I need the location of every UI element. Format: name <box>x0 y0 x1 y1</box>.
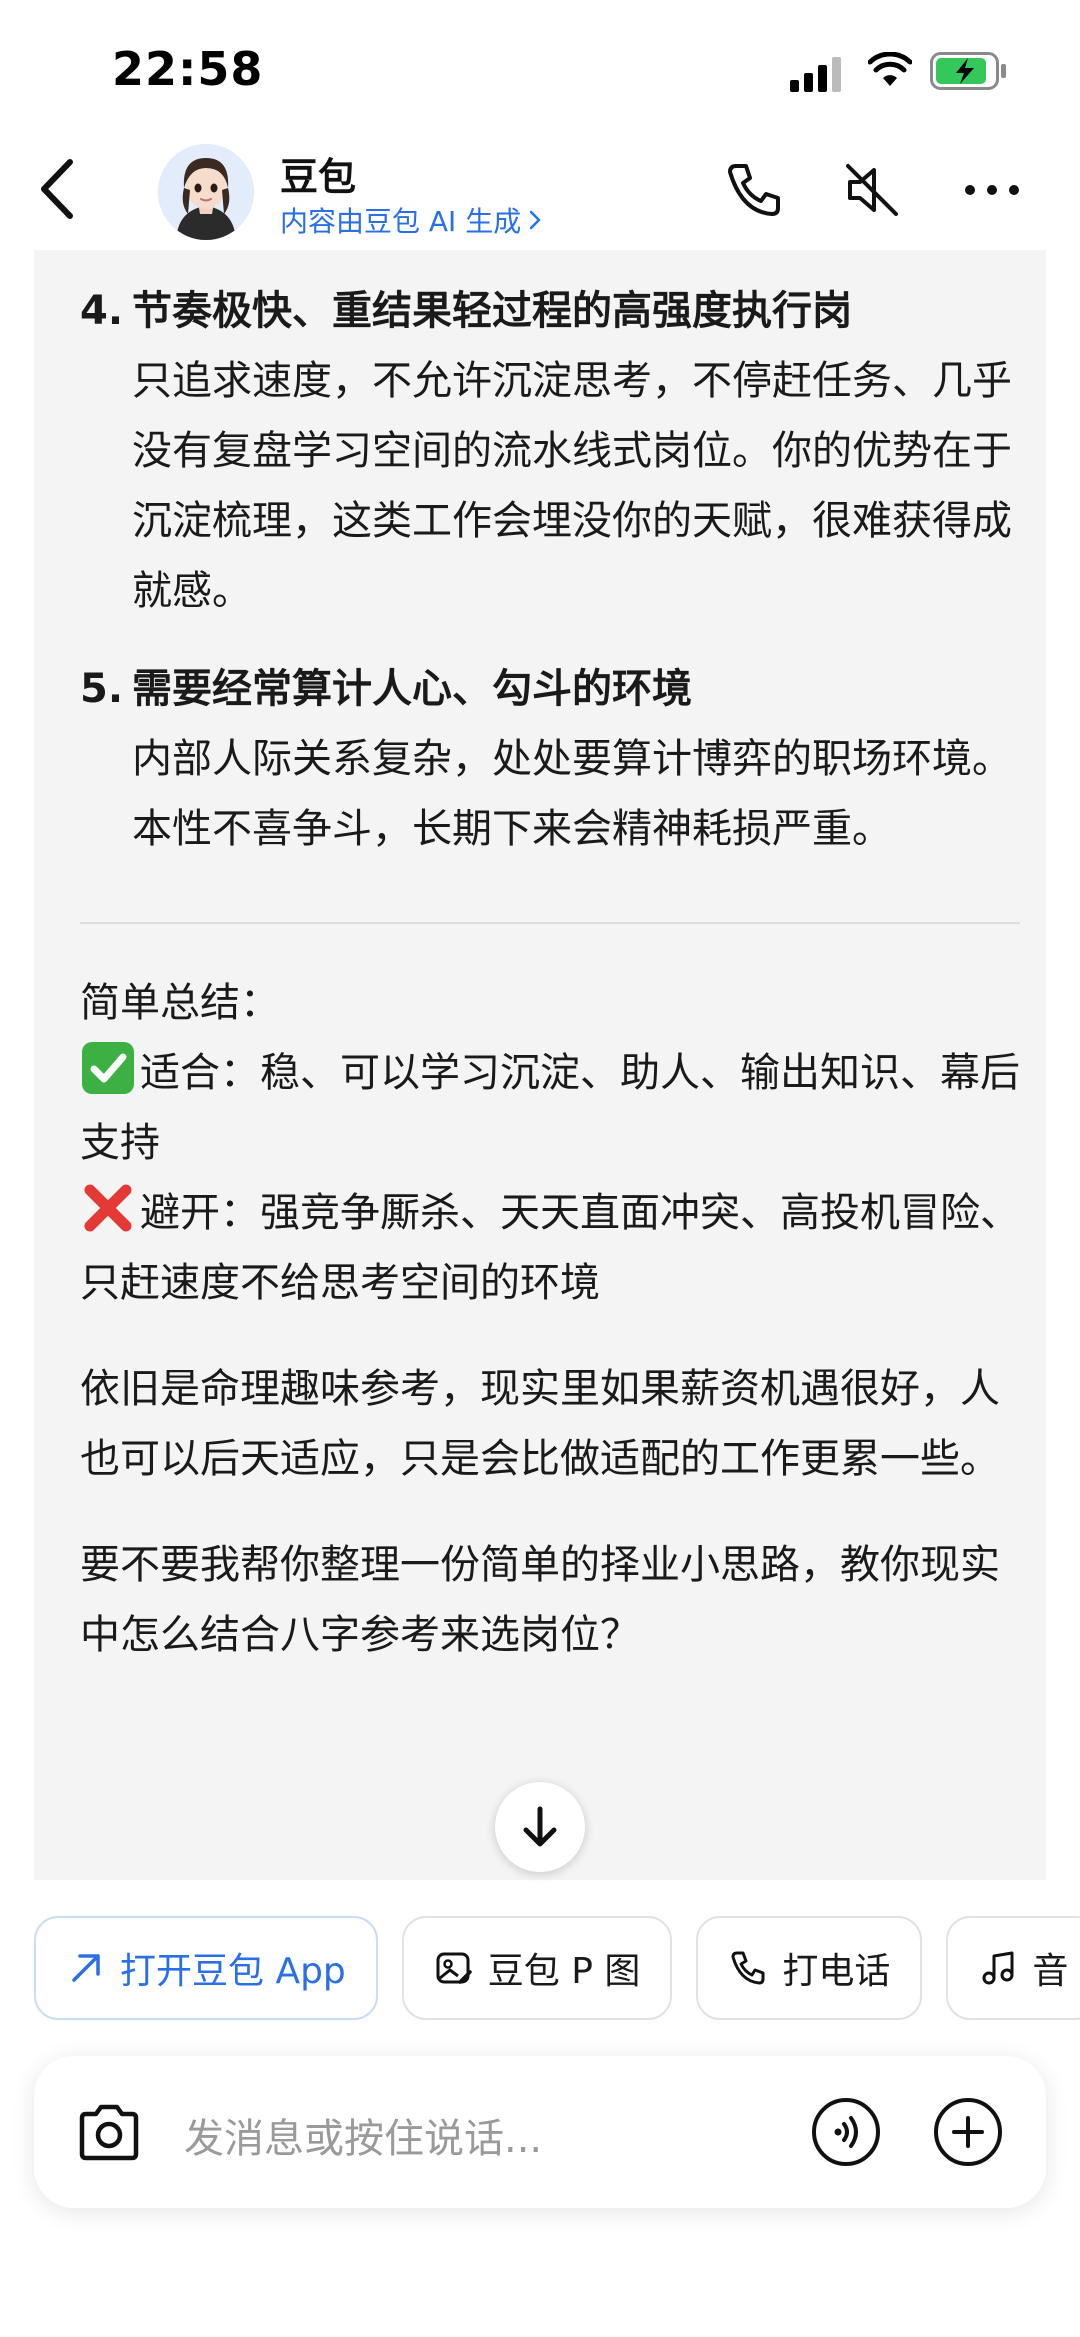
back-arrow-icon[interactable] <box>34 154 82 224</box>
summary-suitable: 适合：稳、可以学习沉淀、助人、输出知识、幕后支持 <box>80 1038 1020 1178</box>
list-heading: 节奏极快、重结果轻过程的高强度执行岗 <box>132 288 852 334</box>
list-body: 只追求速度，不允许沉淀思考，不停赶任务、几乎没有复盘学习空间的流水线式岗位。你的… <box>132 358 1012 614</box>
arrow-down-icon <box>523 1806 557 1847</box>
status-bar: 22:58 <box>0 0 1080 130</box>
paragraph: 要不要我帮你整理一份简单的择业小思路，教你现实中怎么结合八字参考来选岗位？ <box>80 1542 1000 1658</box>
cellular-signal-icon <box>790 57 841 92</box>
message-input[interactable]: 发消息或按住说话... <box>184 2106 542 2164</box>
check-mark-icon <box>82 1042 134 1094</box>
battery-charging-icon <box>930 52 1006 90</box>
list-item: 4. 节奏极快、重结果轻过程的高强度执行岗 只追求速度，不允许沉淀思考，不停赶任… <box>80 276 1020 626</box>
call-label: 打电话 <box>782 1951 891 1992</box>
summary-avoid: 避开：强竞争厮杀、天天直面冲突、高投机冒险、只赶速度不给思考空间的环境 <box>80 1178 1020 1318</box>
message-content: 4. 节奏极快、重结果轻过程的高强度执行岗 只追求速度，不允许沉淀思考，不停赶任… <box>80 276 1020 1706</box>
avatar-illustration <box>158 144 254 240</box>
list-number: 5. <box>80 666 124 712</box>
open-app-label: 打开豆包 App <box>120 1951 346 1992</box>
list-item: 5. 需要经常算计人心、勾斗的环境 内部人际关系复杂，处处要算计博弈的职场环境。… <box>80 654 1020 864</box>
ai-generated-label: 内容由豆包 AI 生成 <box>280 205 522 238</box>
scroll-to-bottom-button[interactable] <box>495 1782 585 1872</box>
summary-title: 简单总结： <box>80 980 280 1026</box>
list-number: 4. <box>80 288 124 334</box>
photo-edit-label: 豆包 P 图 <box>487 1951 641 1992</box>
phone-call-icon[interactable] <box>722 158 786 222</box>
image-edit-icon <box>436 1952 472 1984</box>
avatar[interactable] <box>158 144 254 240</box>
paragraph: 依旧是命理趣味参考，现实里如果薪资机遇很好，人也可以后天适应，只是会比做适配的工… <box>80 1366 1000 1482</box>
chat-title: 豆包 <box>280 155 357 199</box>
call-button[interactable]: 打电话 <box>696 1916 923 2020</box>
chevron-right-icon <box>529 210 541 230</box>
music-label: 音 <box>1032 1951 1069 1992</box>
music-icon <box>982 1951 1014 1985</box>
open-app-button[interactable]: 打开豆包 App <box>34 1916 378 2020</box>
speaker-mute-icon[interactable] <box>840 158 904 222</box>
voice-input-icon[interactable] <box>810 2096 882 2168</box>
arrow-up-right-icon <box>72 1954 100 1982</box>
music-button[interactable]: 音 <box>946 1916 1080 2020</box>
cross-mark-icon <box>84 1184 132 1232</box>
photo-edit-button[interactable]: 豆包 P 图 <box>401 1916 673 2020</box>
suitable-text: 适合：稳、可以学习沉淀、助人、输出知识、幕后支持 <box>80 1050 1020 1166</box>
camera-icon[interactable] <box>76 2102 142 2162</box>
divider <box>80 922 1020 924</box>
ai-generated-link[interactable]: 内容由豆包 AI 生成 <box>280 200 543 240</box>
list-body: 内部人际关系复杂，处处要算计博弈的职场环境。本性不喜争斗，长期下来会精神耗损严重… <box>132 736 1012 852</box>
more-options-icon[interactable] <box>960 158 1024 222</box>
quick-actions: 打开豆包 App 豆包 P 图 打电话 音 <box>34 1916 1080 2020</box>
phone-icon <box>731 1951 765 1985</box>
ai-message-bubble: 4. 节奏极快、重结果轻过程的高强度执行岗 只追求速度，不允许沉淀思考，不停赶任… <box>34 250 1046 1880</box>
wifi-icon <box>868 52 912 86</box>
chat-header: 豆包 内容由豆包 AI 生成 <box>0 130 1080 250</box>
avoid-text: 避开：强竞争厮杀、天天直面冲突、高投机冒险、只赶速度不给思考空间的环境 <box>80 1190 1020 1306</box>
status-time: 22:58 <box>112 42 264 96</box>
list-heading: 需要经常算计人心、勾斗的环境 <box>132 666 692 712</box>
add-attachment-icon[interactable] <box>932 2096 1004 2168</box>
message-input-bar: 发消息或按住说话... <box>34 2056 1046 2208</box>
